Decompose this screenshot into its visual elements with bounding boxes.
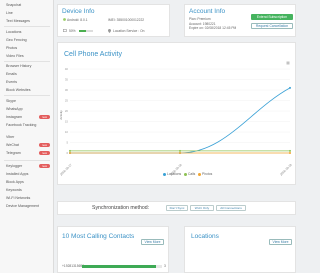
sidebar-item-block-websites[interactable]: Block Websites bbox=[6, 88, 31, 93]
device-imei: IMEI: 355001000012222 bbox=[108, 17, 145, 22]
device-info-title: Device Info bbox=[62, 8, 95, 15]
data-point-photos[interactable] bbox=[179, 152, 181, 154]
legend-photos[interactable]: Photos bbox=[202, 172, 212, 176]
sidebar-item-installed-apps[interactable]: Installed Apps bbox=[6, 172, 28, 177]
account-expiry: Expire on: 02/08/2018 12:45 PM bbox=[189, 26, 237, 30]
sidebar-divider bbox=[4, 61, 50, 62]
account-info-card: Account Info Plan: Premium Account: 1980… bbox=[184, 4, 296, 37]
sidebar-divider bbox=[4, 26, 50, 27]
location-pin-icon bbox=[108, 29, 111, 33]
new-badge: new bbox=[39, 164, 50, 169]
x-tick-label: 2016-10-19 bbox=[279, 163, 293, 177]
sidebar-item-locations[interactable]: Locations bbox=[6, 30, 21, 35]
legend-locations-marker bbox=[163, 172, 166, 176]
contact-number: +19281315690 bbox=[62, 264, 85, 268]
sidebar: Snapchat Line Text Messages Locations Geo Fe… bbox=[0, 0, 54, 273]
locations-view-more-button[interactable]: View More bbox=[269, 239, 292, 245]
sidebar-divider bbox=[4, 160, 50, 161]
sidebar-divider bbox=[4, 95, 50, 96]
extend-subscription-button[interactable]: Extend Subscription bbox=[251, 14, 293, 20]
contact-call-bar bbox=[82, 264, 162, 268]
y-tick-label: 20 bbox=[65, 109, 69, 113]
sidebar-item-wi-fi-networks[interactable]: Wi-Fi Networks bbox=[6, 196, 30, 201]
new-badge: new bbox=[39, 115, 50, 120]
battery-bar-fill bbox=[79, 29, 86, 32]
request-cancellation-button[interactable]: Request Cancellation bbox=[251, 23, 293, 29]
sidebar-item-whatsapp[interactable]: WhatsApp bbox=[6, 107, 23, 112]
sidebar-item-block-apps[interactable]: Block Apps bbox=[6, 180, 24, 185]
sidebar-item-snapchat[interactable]: Snapchat bbox=[6, 3, 21, 8]
sidebar-item-emails[interactable]: Emails bbox=[6, 72, 17, 77]
top-contacts-card: 10 Most Calling Contacts View More +1928… bbox=[57, 226, 169, 273]
sync-all-connections-button[interactable]: All Connections bbox=[216, 205, 246, 211]
sidebar-item-viber[interactable]: Viber bbox=[6, 135, 14, 140]
contacts-title: 10 Most Calling Contacts bbox=[62, 233, 135, 240]
account-info-title: Account Info bbox=[189, 8, 226, 15]
legend-calls-marker bbox=[184, 172, 187, 176]
sidebar-item-facebook-tracking[interactable]: Facebook Tracking bbox=[6, 123, 36, 128]
y-tick-label: 35 bbox=[65, 78, 69, 82]
account-id: Account: 1980221 bbox=[189, 21, 216, 26]
device-info-card: Device Info Android: 8.0.1 IMEI: 3550010… bbox=[57, 4, 170, 37]
legend-photos-marker bbox=[198, 172, 201, 176]
battery-bar bbox=[79, 29, 93, 32]
activity-chart: 05101520253035402016-10-17 2016-10-18 2016… bbox=[59, 67, 293, 177]
y-tick-label: 10 bbox=[65, 130, 69, 134]
chart-legend: Locations Calls Photos bbox=[162, 171, 222, 177]
account-plan: Plan: Premium bbox=[189, 17, 211, 21]
y-tick-label: 30 bbox=[65, 88, 69, 92]
sidebar-item-keywords[interactable]: Keywords bbox=[6, 188, 22, 193]
sync-label: Synchronization method: bbox=[92, 205, 150, 211]
battery-icon bbox=[63, 29, 67, 32]
series-line-locations bbox=[70, 87, 291, 154]
y-tick-label: 40 bbox=[65, 67, 69, 71]
data-point-photos[interactable] bbox=[69, 152, 71, 154]
sidebar-item-device-management[interactable]: Device Management bbox=[6, 204, 39, 209]
sidebar-item-browser-history[interactable]: Browser History bbox=[6, 64, 31, 69]
sidebar-item-instagram[interactable]: Instagram bbox=[6, 115, 22, 120]
data-point-locations[interactable] bbox=[289, 86, 291, 89]
locations-card: Locations View More bbox=[184, 226, 296, 273]
sidebar-item-video-files[interactable]: Video Files bbox=[6, 54, 24, 59]
location-service-status: Location Service : On bbox=[113, 28, 145, 33]
sync-wifi-only-button[interactable]: Wi-Fi Only bbox=[190, 205, 214, 211]
sidebar-item-geo-fencing[interactable]: Geo Fencing bbox=[6, 38, 27, 43]
y-tick-label: 15 bbox=[65, 120, 69, 124]
legend-locations[interactable]: Locations bbox=[167, 172, 181, 176]
y-tick-label: 0 bbox=[66, 151, 68, 155]
sidebar-item-keylogger[interactable]: Keylogger bbox=[6, 164, 22, 169]
new-badge: new bbox=[39, 151, 50, 156]
sync-method-bar: Synchronization method: Don't Sync Wi-Fi… bbox=[57, 201, 296, 215]
sidebar-item-skype[interactable]: Skype bbox=[6, 99, 16, 104]
contact-call-bar-fill bbox=[82, 264, 156, 268]
data-point-calls[interactable] bbox=[289, 149, 291, 152]
legend-calls[interactable]: Calls bbox=[188, 172, 195, 176]
activity-chart-card: Cell Phone Activity Activity 0 5 10 15 20 25 3… bbox=[57, 42, 296, 185]
sidebar-item-telegram[interactable]: Telegram bbox=[6, 151, 21, 156]
y-tick-label: 25 bbox=[65, 99, 69, 103]
contacts-view-more-button[interactable]: View More bbox=[141, 239, 164, 245]
sync-dont-sync-button[interactable]: Don't Sync bbox=[166, 205, 188, 211]
android-icon bbox=[63, 18, 66, 21]
locations-title: Locations bbox=[191, 233, 219, 240]
sidebar-item-line[interactable]: Line bbox=[6, 11, 13, 16]
sidebar-item-photos[interactable]: Photos bbox=[6, 46, 17, 51]
data-point-calls[interactable] bbox=[69, 149, 71, 152]
sidebar-item-text-messages[interactable]: Text Messages bbox=[6, 19, 30, 24]
contact-call-count: 3 bbox=[164, 264, 166, 268]
new-badge: new bbox=[39, 143, 50, 148]
sidebar-item-events[interactable]: Events bbox=[6, 80, 17, 85]
device-model: Android: 8.0.1 bbox=[67, 17, 88, 22]
sidebar-item-wechat[interactable]: WeChat bbox=[6, 143, 19, 148]
x-tick-label: 2016-10-17 bbox=[59, 163, 73, 177]
data-point-photos[interactable] bbox=[289, 152, 291, 154]
y-tick-label: 5 bbox=[66, 141, 68, 145]
data-point-calls[interactable] bbox=[179, 149, 181, 152]
battery-percent: 50% bbox=[69, 28, 76, 33]
